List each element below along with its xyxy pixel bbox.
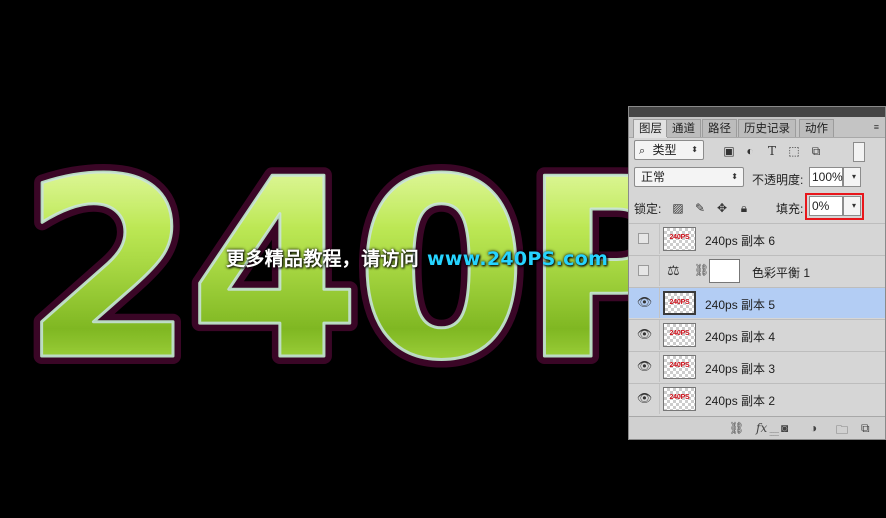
- eye-icon[interactable]: 👁︎: [637, 392, 652, 404]
- chevron-down-icon: ▾: [851, 172, 856, 181]
- divider: [659, 288, 660, 318]
- layer-row[interactable]: 👁︎ 240PS 240ps 副本 2: [629, 383, 885, 414]
- opacity-input[interactable]: 100%: [809, 167, 843, 187]
- type-filter-icon[interactable]: T: [765, 144, 779, 158]
- blend-row: 正常 ⬍ 不透明度: 100% ▾: [629, 166, 885, 192]
- lock-transparent-icon[interactable]: ▨: [671, 201, 685, 215]
- eye-icon[interactable]: 👁︎: [637, 360, 652, 372]
- blend-mode-select[interactable]: 正常 ⬍: [634, 167, 744, 187]
- layers-panel: 图层 通道 路径 历史记录 动作 ≡ ⌕ 类型 ⬍ ▣ ◐ T ⬚ ⧉ 正常 ⬍…: [628, 106, 886, 440]
- layer-mask-thumbnail[interactable]: [709, 259, 740, 283]
- visibility-toggle-off[interactable]: [638, 233, 649, 244]
- thumbnail-text: 240PS: [669, 330, 690, 337]
- add-mask-icon[interactable]: ◙: [781, 421, 788, 435]
- divider: [659, 352, 660, 382]
- layer-thumbnail: 240PS: [663, 355, 696, 379]
- layer-row-selected[interactable]: 👁︎ 240PS 240ps 副本 5: [629, 287, 885, 318]
- lock-all-icon[interactable]: 🔒︎: [737, 201, 751, 215]
- blend-mode-label: 正常: [641, 170, 666, 184]
- shape-filter-icon[interactable]: ⬚: [787, 144, 801, 158]
- fx-icon[interactable]: fx: [756, 421, 767, 435]
- layer-row-adjustment[interactable]: ⚖ ⛓ 色彩平衡 1: [629, 255, 885, 286]
- tab-actions[interactable]: 动作: [799, 119, 834, 137]
- image-filter-icon[interactable]: ▣: [722, 144, 736, 158]
- panel-menu-icon[interactable]: ≡: [874, 122, 879, 132]
- layer-name: 240ps 副本 2: [705, 394, 776, 408]
- adjustment-filter-icon[interactable]: ◐: [743, 144, 757, 158]
- layer-thumbnail: 240PS: [663, 387, 696, 411]
- layer-name: 240ps 副本 4: [705, 330, 776, 344]
- divider: [659, 256, 660, 286]
- panel-tabs: 图层 通道 路径 历史记录 动作 ≡: [629, 117, 885, 138]
- panel-bottom-bar: ⛓ fx ◙ ◑ 🗀︎ ⧉ ::::::::::: [629, 416, 885, 439]
- svg-text:240P: 240P: [22, 127, 697, 415]
- panel-titlebar[interactable]: [629, 107, 885, 117]
- color-balance-icon: ⚖: [667, 262, 680, 278]
- chevron-down-icon: ⬍: [731, 172, 738, 181]
- opacity-label: 不透明度:: [752, 173, 804, 187]
- search-icon: ⌕: [639, 145, 646, 157]
- fill-label: 填充:: [776, 202, 804, 216]
- thumbnail-text: 240PS: [669, 299, 690, 306]
- tab-channels[interactable]: 通道: [666, 119, 701, 137]
- eye-icon[interactable]: 👁︎: [637, 328, 652, 340]
- filter-row: ⌕ 类型 ⬍ ▣ ◐ T ⬚ ⧉: [629, 138, 885, 164]
- divider: [659, 384, 660, 414]
- layer-thumbnail: 240PS: [663, 227, 696, 251]
- visibility-toggle-off[interactable]: [638, 265, 649, 276]
- filter-toggle-icon[interactable]: [853, 142, 865, 162]
- new-layer-icon[interactable]: ⧉: [861, 421, 870, 436]
- layer-name: 240ps 副本 3: [705, 362, 776, 376]
- tab-paths[interactable]: 路径: [702, 119, 737, 137]
- eye-icon[interactable]: 👁︎: [637, 296, 652, 308]
- layer-row[interactable]: 👁︎ 240PS 240ps 副本 3: [629, 351, 885, 382]
- group-folder-icon[interactable]: 🗀︎: [836, 421, 848, 442]
- thumbnail-text: 240PS: [669, 362, 690, 369]
- watermark-url: www.240PS.com: [427, 248, 609, 270]
- lock-brush-icon[interactable]: ✎: [693, 201, 707, 215]
- smart-object-filter-icon[interactable]: ⧉: [809, 144, 823, 158]
- resize-grip[interactable]: ::::::::::: [769, 431, 780, 438]
- layer-thumbnail: 240PS: [663, 323, 696, 347]
- thumbnail-text: 240PS: [669, 234, 690, 241]
- opacity-dropdown[interactable]: ▾: [843, 167, 861, 187]
- lock-move-icon[interactable]: ✥: [715, 201, 729, 215]
- divider: [659, 224, 660, 254]
- tab-layers[interactable]: 图层: [633, 119, 668, 138]
- layer-row[interactable]: 👁︎ 240PS 240ps 副本 4: [629, 319, 885, 350]
- watermark: 更多精品教程，请访问 www.240PS.com: [226, 244, 608, 271]
- layer-row[interactable]: 240PS 240ps 副本 6: [629, 223, 885, 254]
- chevron-down-icon: ⬍: [691, 145, 698, 154]
- tab-history[interactable]: 历史记录: [738, 119, 796, 137]
- filter-kind-label: 类型: [652, 143, 677, 157]
- link-icon[interactable]: ⛓: [729, 421, 744, 435]
- divider: [659, 320, 660, 350]
- fill-highlight-box: [805, 193, 864, 220]
- layer-name: 色彩平衡 1: [752, 266, 811, 280]
- filter-kind-select[interactable]: ⌕ 类型 ⬍: [634, 140, 704, 160]
- layer-thumbnail: 240PS: [663, 291, 696, 315]
- adjustment-icon[interactable]: ◑: [810, 421, 817, 435]
- layer-name: 240ps 副本 5: [705, 298, 776, 312]
- glossy-240p-text: 240P 240P 240P: [14, 119, 711, 423]
- layer-name: 240ps 副本 6: [705, 234, 776, 248]
- chain-link-icon[interactable]: ⛓: [694, 263, 709, 277]
- lock-label: 锁定:: [634, 202, 662, 216]
- thumbnail-text: 240PS: [669, 394, 690, 401]
- watermark-text: 更多精品教程，请访问: [226, 248, 420, 270]
